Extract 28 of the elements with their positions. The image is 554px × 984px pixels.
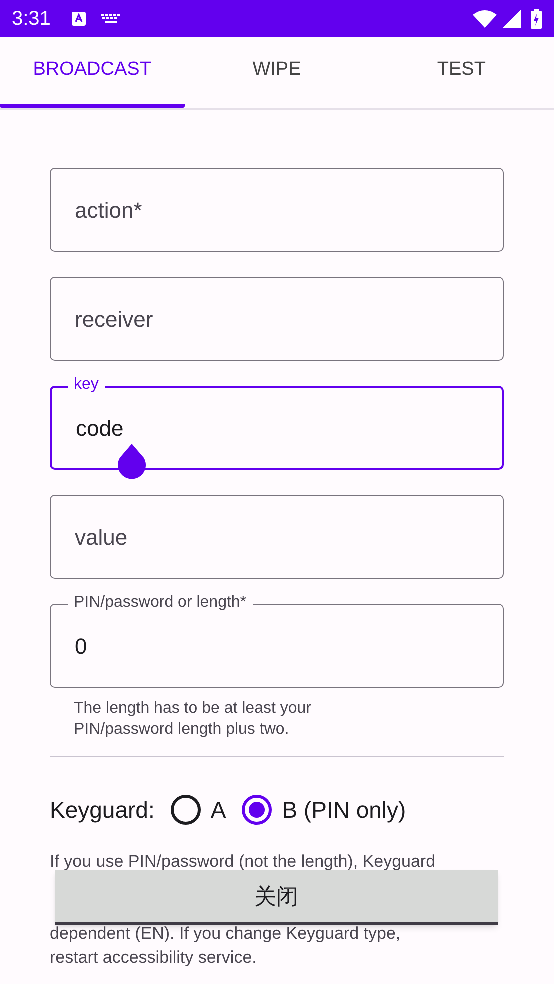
tab[interactable]: BROADCAST xyxy=(0,37,185,108)
helper-text: The length has to be at least your PIN/password length plus two. xyxy=(74,699,312,740)
status-time: 3:31 xyxy=(12,6,51,32)
wifi-icon xyxy=(473,10,497,28)
radio-option[interactable]: B (PIN only) xyxy=(242,793,406,828)
keyboard-icon xyxy=(100,12,121,24)
field-value: code xyxy=(76,414,124,442)
field-placeholder: value xyxy=(75,524,128,552)
field-value: 0 xyxy=(75,632,88,660)
note-text: If you use PIN/password (not the length), Keyguard xyxy=(50,850,437,872)
tab[interactable]: TEST xyxy=(369,37,554,108)
close-button[interactable]: 关闭 xyxy=(55,870,498,925)
input-field[interactable]: value xyxy=(50,495,504,579)
radio-option[interactable]: A xyxy=(170,793,226,828)
text-cursor-handle[interactable] xyxy=(116,444,148,480)
field-label: key xyxy=(68,375,105,395)
input-field[interactable]: receiver xyxy=(50,277,504,361)
signal-icon xyxy=(503,10,521,28)
note-text: dependent (EN). If you change Keyguard type, xyxy=(50,922,402,944)
tab[interactable]: WIPE xyxy=(184,37,370,108)
text-app-icon xyxy=(70,10,87,26)
keyguard-label: Keyguard: xyxy=(50,796,155,825)
field-placeholder: action* xyxy=(75,196,142,224)
note-text: restart accessibility service. xyxy=(50,946,258,968)
battery-icon xyxy=(531,8,542,28)
field-label: PIN/password or length* xyxy=(68,593,253,613)
input-field[interactable]: action* xyxy=(50,168,504,252)
field-placeholder: receiver xyxy=(75,306,154,334)
